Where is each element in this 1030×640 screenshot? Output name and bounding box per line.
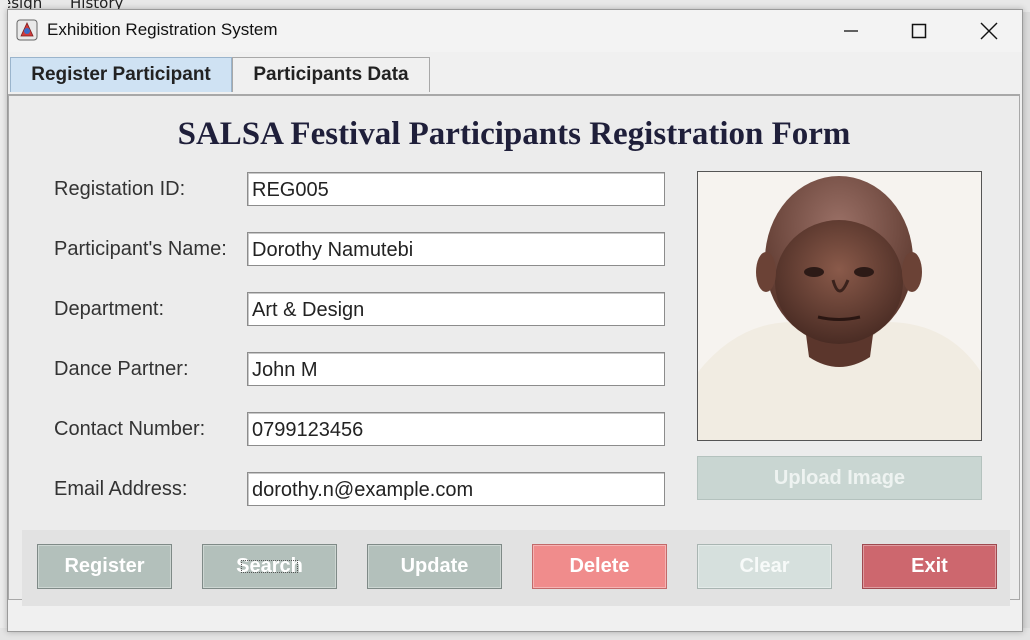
close-button[interactable] <box>954 10 1024 52</box>
registration-id-label: Registation ID: <box>54 178 186 200</box>
dance-partner-field[interactable]: John M <box>247 352 665 386</box>
maximize-icon <box>911 23 927 39</box>
registration-id-field[interactable]: REG005 <box>247 172 665 206</box>
title-bar: Exhibition Registration System <box>8 10 1022 52</box>
search-button[interactable]: Search <box>202 544 337 589</box>
minimize-icon <box>844 30 858 32</box>
department-field[interactable]: Art & Design <box>247 292 665 326</box>
registration-panel: SALSA Festival Participants Registration… <box>8 94 1020 606</box>
action-bar: Register Search Update Delete Clear Exit <box>22 530 1010 606</box>
java-app-icon <box>16 19 38 41</box>
form-title: SALSA Festival Participants Registration… <box>177 116 851 152</box>
tab-participants-data[interactable]: Participants Data <box>232 57 430 92</box>
window-title: Exhibition Registration System <box>47 20 278 39</box>
minimize-button[interactable] <box>816 10 886 52</box>
update-button[interactable]: Update <box>367 544 502 589</box>
participant-photo <box>697 171 982 441</box>
search-button-label: Search <box>234 553 305 580</box>
contact-number-field[interactable]: 0799123456 <box>247 412 665 446</box>
exit-button[interactable]: Exit <box>862 544 997 589</box>
tab-register-participant[interactable]: Register Participant <box>10 57 232 92</box>
app-window: Exhibition Registration System Register … <box>7 9 1023 632</box>
dance-partner-label: Dance Partner: <box>54 358 189 380</box>
email-address-field[interactable]: dorothy.n@example.com <box>247 472 665 506</box>
delete-button[interactable]: Delete <box>532 544 667 589</box>
close-icon <box>980 22 998 40</box>
maximize-button[interactable] <box>884 10 954 52</box>
clear-button[interactable]: Clear <box>697 544 832 589</box>
department-label: Department: <box>54 298 165 320</box>
upload-image-button[interactable]: Upload Image <box>697 456 982 500</box>
email-address-label: Email Address: <box>54 478 188 500</box>
participant-name-field[interactable]: Dorothy Namutebi <box>247 232 665 266</box>
participant-name-label: Participant's Name: <box>54 238 227 260</box>
register-button[interactable]: Register <box>37 544 172 589</box>
contact-number-label: Contact Number: <box>54 418 206 440</box>
portrait-image <box>698 172 981 440</box>
